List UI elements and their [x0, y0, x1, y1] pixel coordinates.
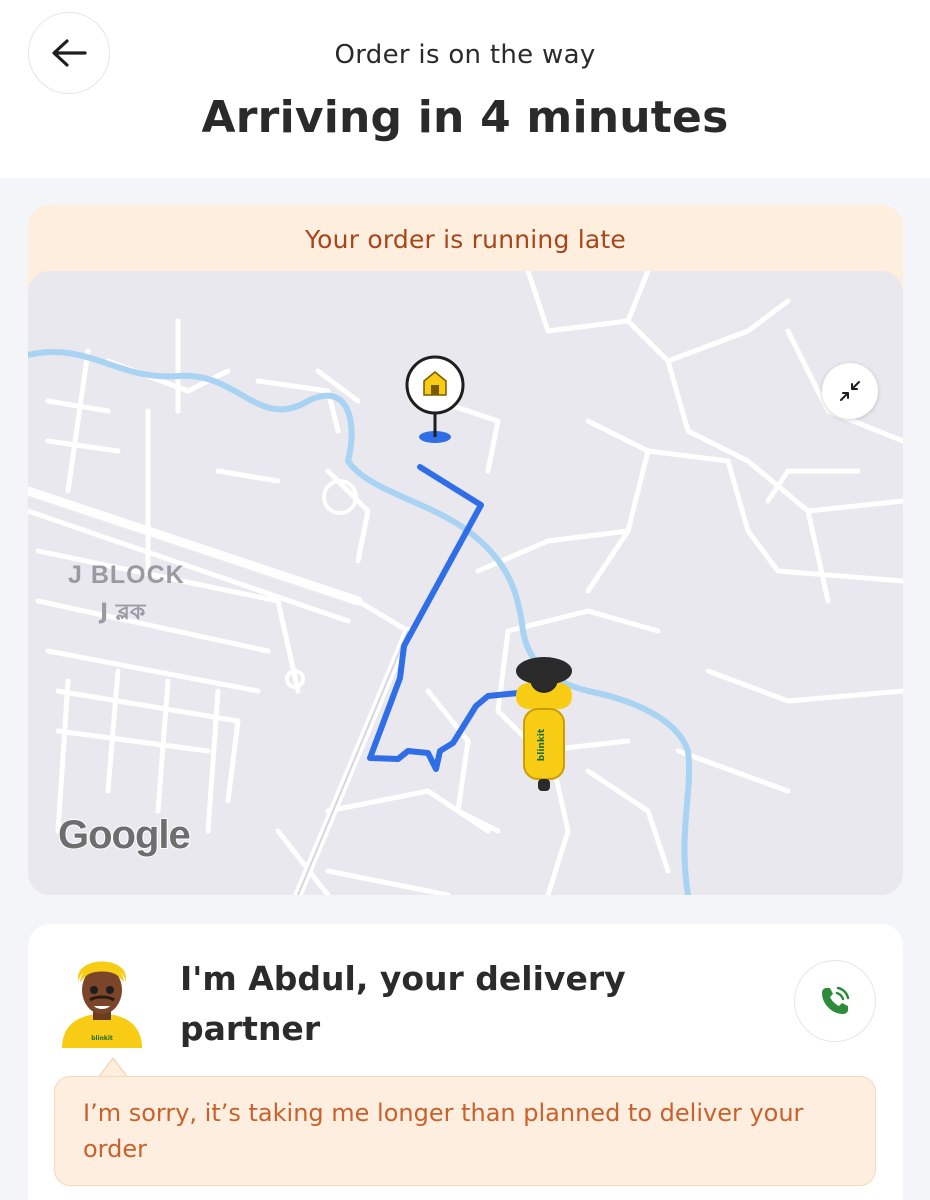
- tracking-card: Your order is running late blinkit J BLO…: [28, 205, 903, 895]
- live-map[interactable]: blinkit J BLOCK J ব্লক Google: [28, 271, 903, 895]
- svg-text:blinkit: blinkit: [537, 728, 547, 761]
- partner-message: I’m sorry, it’s taking me longer than pl…: [54, 1076, 876, 1186]
- eta-title: Arriving in 4 minutes: [201, 92, 729, 143]
- header: Order is on the way Arriving in 4 minute…: [0, 0, 930, 178]
- helmet-brand: blinkit: [91, 1035, 113, 1042]
- partner-intro: I'm Abdul, your delivery partner: [180, 959, 626, 1048]
- phone-call-icon: [822, 986, 850, 1014]
- delivery-scooter-icon: blinkit: [516, 657, 572, 791]
- message-bubble-tail: [98, 1058, 128, 1078]
- collapse-map-button[interactable]: [822, 363, 878, 419]
- partner-avatar: blinkit: [62, 961, 142, 1048]
- call-partner-button[interactable]: [794, 960, 876, 1042]
- collapse-arrows-icon: [840, 381, 860, 401]
- area-label-local: J ব্লক: [100, 600, 146, 625]
- area-label: J BLOCK: [68, 561, 185, 589]
- delivery-partner-card: blinkit I'm Abdul, your delivery partner…: [28, 924, 903, 1200]
- google-attribution: Google: [57, 812, 192, 858]
- order-status-subtitle: Order is on the way: [334, 40, 596, 70]
